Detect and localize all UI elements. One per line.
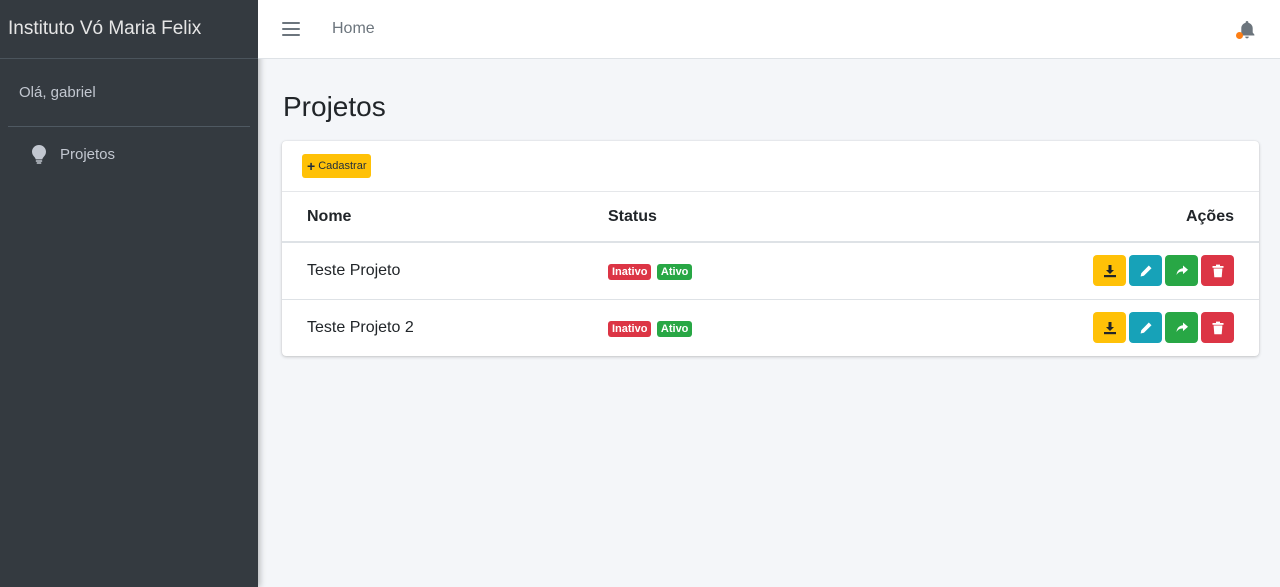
table-row: Teste Projeto 2 Inativo Ativo [282,299,1259,356]
user-greeting: Olá, gabriel [8,59,250,127]
download-icon [1103,264,1116,277]
top-navbar: Home [258,0,1280,59]
add-project-button[interactable]: + Cadastrar [302,154,372,178]
share-button[interactable] [1165,255,1198,287]
menu-toggle-icon[interactable] [282,22,300,36]
edit-button[interactable] [1129,312,1162,344]
project-name: Teste Projeto [282,242,608,300]
notifications-bell-icon[interactable] [1236,19,1258,41]
sidebar-item-label: Projetos [60,145,116,163]
status-cell: Inativo Ativo [608,242,908,300]
actions-cell [908,299,1259,356]
edit-button[interactable] [1129,255,1162,287]
delete-button[interactable] [1201,255,1234,287]
notification-dot [1236,32,1243,39]
lightbulb-icon [30,144,48,164]
status-badge-ativo[interactable]: Ativo [656,263,693,280]
share-button[interactable] [1165,312,1198,344]
download-button[interactable] [1093,255,1126,287]
status-badge-inativo[interactable]: Inativo [608,320,652,337]
delete-button[interactable] [1201,312,1234,344]
project-name: Teste Projeto 2 [307,318,414,336]
pencil-icon [1140,322,1151,334]
pencil-icon [1140,265,1151,277]
status-badge-inativo[interactable]: Inativo [608,263,652,280]
share-icon [1176,265,1188,275]
add-button-label: Cadastrar [318,160,367,172]
projects-table: Nome Status Ações Teste Projeto Inativo … [282,192,1259,356]
sidebar: Instituto Vó Maria Felix Olá, gabriel Pr… [0,0,258,587]
download-icon [1103,321,1116,334]
table-header-row: Nome Status Ações [282,192,1259,243]
status-cell: Inativo Ativo [608,299,908,356]
main-content: Projetos + Cadastrar Nome Status Ações T… [258,59,1280,587]
table-row: Teste Projeto Inativo Ativo [282,242,1259,300]
page-title: Projetos [283,91,386,122]
plus-icon: + [307,158,316,174]
actions-cell [908,242,1259,300]
trash-icon [1212,264,1223,277]
share-icon [1176,322,1188,332]
brand-title[interactable]: Instituto Vó Maria Felix [0,0,258,59]
home-link[interactable]: Home [332,20,375,38]
column-header-nome[interactable]: Nome [282,192,608,243]
download-button[interactable] [1093,312,1126,344]
column-header-status[interactable]: Status [608,192,908,243]
projects-card: + Cadastrar Nome Status Ações Teste Proj… [282,141,1259,356]
trash-icon [1212,321,1223,334]
status-badge-ativo[interactable]: Ativo [656,320,693,337]
column-header-acoes: Ações [908,192,1259,243]
sidebar-item-projetos[interactable]: Projetos [8,135,250,173]
card-header: + Cadastrar [282,141,1259,192]
